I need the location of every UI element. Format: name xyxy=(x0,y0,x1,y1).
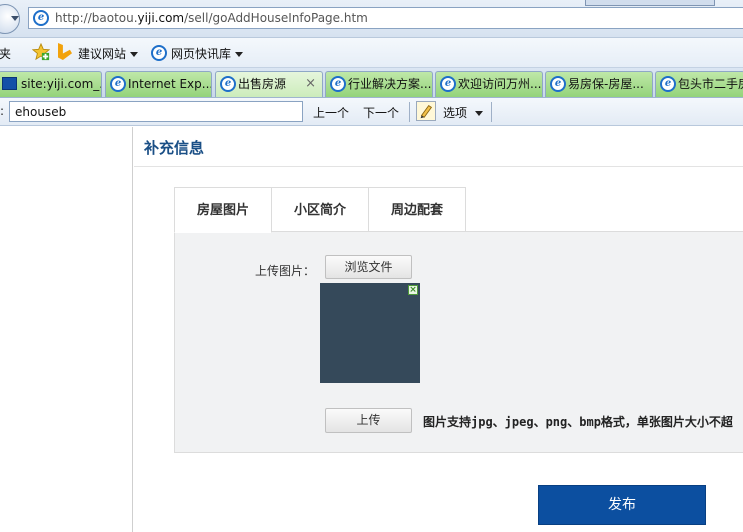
find-options-label: 选项 xyxy=(443,106,468,120)
find-previous-button[interactable]: 上一个 xyxy=(313,104,349,121)
url-prefix: http://baotou. xyxy=(55,11,138,25)
ie-page-icon: e xyxy=(550,76,566,92)
tab-label: 易房保-房屋... xyxy=(568,77,644,91)
browser-tab[interactable]: e 易房保-房屋... xyxy=(545,71,653,97)
url-path: /sell/goAddHouseInfoPage.htm xyxy=(184,11,368,25)
web-slice-gallery-menu[interactable]: 网页快讯库 xyxy=(171,45,244,62)
upload-button[interactable]: 上传 xyxy=(325,408,412,433)
address-url[interactable]: http://baotou.yiji.com/sell/goAddHouseIn… xyxy=(55,11,368,25)
history-dropdown-icon[interactable] xyxy=(11,16,19,21)
close-tab-icon[interactable]: × xyxy=(305,72,316,96)
find-bar: : 上一个 下一个 选项 xyxy=(0,98,743,126)
ie-page-icon: e xyxy=(440,76,456,92)
ie-page-icon: e xyxy=(33,10,49,26)
favorites-label[interactable]: 夹 xyxy=(0,45,11,62)
ie-page-icon: e xyxy=(660,76,676,92)
find-label: : xyxy=(0,104,5,118)
browser-tab-active[interactable]: e 出售房源 × xyxy=(215,71,323,97)
browser-tab[interactable]: site:yiji.com_... xyxy=(0,71,102,97)
window-control-edge xyxy=(585,0,715,6)
find-options-menu[interactable]: 选项 xyxy=(443,104,484,121)
publish-button[interactable]: 发布 xyxy=(538,485,706,525)
highlight-pencil-icon[interactable] xyxy=(416,101,436,121)
tab-label: Internet Exp... xyxy=(128,77,212,91)
find-input[interactable] xyxy=(9,101,303,122)
page-content: 补充信息 房屋图片 小区简介 周边配套 上传图片： 浏览文件 × 上传 图片支持… xyxy=(0,127,743,532)
tab-label: 出售房源 xyxy=(238,77,287,91)
ie-page-icon: e xyxy=(151,45,167,61)
tab-community-intro[interactable]: 小区简介 xyxy=(271,187,369,232)
toolbar-divider xyxy=(491,102,492,122)
tab-house-photos[interactable]: 房屋图片 xyxy=(174,187,272,233)
ie-page-icon: e xyxy=(220,76,236,92)
remove-image-icon[interactable]: × xyxy=(408,285,418,295)
browser-tabs-bar: site:yiji.com_... e Internet Exp... e 出售… xyxy=(0,68,743,98)
tab-label: 行业解决方案... xyxy=(348,77,432,91)
address-bar-row: e http://baotou.yiji.com/sell/goAddHouse… xyxy=(0,0,743,38)
browser-tab[interactable]: e 行业解决方案... xyxy=(325,71,433,97)
url-domain: yiji.com xyxy=(137,11,185,25)
chevron-down-icon xyxy=(475,111,484,116)
browser-tab[interactable]: e Internet Exp... xyxy=(105,71,212,97)
chevron-down-icon xyxy=(235,52,244,57)
site-favicon-icon xyxy=(2,77,17,90)
ie-page-icon: e xyxy=(110,76,126,92)
image-format-note: 图片支持jpg、jpeg、png、bmp格式，单张图片大小不超 xyxy=(423,415,733,429)
upload-image-label: 上传图片： xyxy=(255,264,316,278)
suggested-sites-label: 建议网站 xyxy=(78,47,127,61)
chevron-down-icon xyxy=(130,52,139,57)
left-panel xyxy=(0,127,133,532)
tab-label: 包头市二手房 xyxy=(678,77,743,91)
web-slice-gallery-label: 网页快讯库 xyxy=(171,47,232,61)
tab-label: site:yiji.com_... xyxy=(21,77,102,91)
toolbar-divider xyxy=(409,102,410,122)
browser-tab[interactable]: e 欢迎访问万州... xyxy=(435,71,543,97)
browse-file-button[interactable]: 浏览文件 xyxy=(325,255,412,279)
ie-page-icon: e xyxy=(330,76,346,92)
image-preview-thumbnail: × xyxy=(320,283,420,383)
tab-label: 欢迎访问万州... xyxy=(458,77,542,91)
suggested-sites-menu[interactable]: 建议网站 xyxy=(78,45,139,62)
address-field[interactable]: e http://baotou.yiji.com/sell/goAddHouse… xyxy=(28,7,743,29)
tab-strip-line xyxy=(465,231,743,232)
favorites-bar: 夹 建议网站 e 网页快讯库 xyxy=(0,38,743,68)
tab-surroundings[interactable]: 周边配套 xyxy=(368,187,466,232)
add-favorite-star-icon[interactable] xyxy=(32,43,50,61)
browser-tab[interactable]: e 包头市二手房 xyxy=(655,71,743,97)
section-divider xyxy=(134,166,743,167)
section-title: 补充信息 xyxy=(144,139,205,157)
bing-icon xyxy=(58,43,72,60)
find-next-button[interactable]: 下一个 xyxy=(363,104,399,121)
